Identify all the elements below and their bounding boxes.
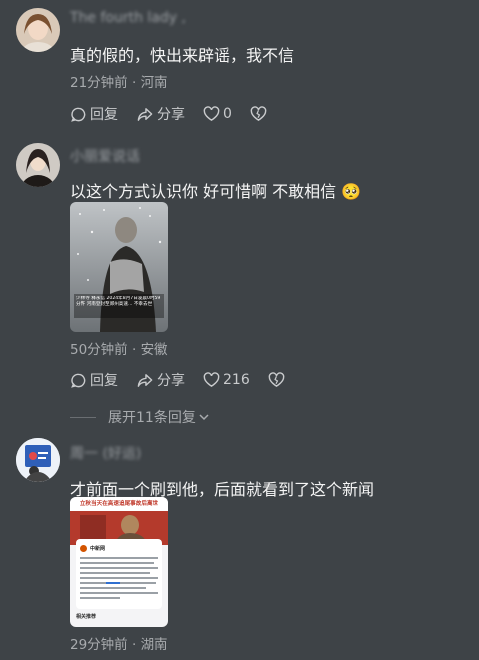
- comment-image[interactable]: 少林寺 释永信 2024年8月7日凌晨0时59分许 河南登封至郑州高速... 不…: [70, 202, 168, 332]
- like-button[interactable]: 0: [203, 106, 232, 122]
- comment-image[interactable]: 立秋当天在高速追尾事故后离世 中新网 相关推荐: [70, 497, 168, 627]
- action-bar: 回复 分享 216: [70, 369, 306, 391]
- like-button[interactable]: 216: [203, 372, 250, 388]
- comment-meta: 29分钟前 · 湖南: [70, 637, 168, 653]
- dislike-button[interactable]: [250, 106, 270, 122]
- like-count: 216: [223, 372, 250, 388]
- reply-label: 回复: [90, 373, 118, 389]
- heart-icon: [203, 106, 220, 121]
- time: 29分钟前: [70, 637, 128, 653]
- comment-text: 以这个方式认识你 好可惜啊 不敢相信 🥺: [70, 178, 361, 202]
- pleading-face-emoji: 🥺: [341, 182, 362, 201]
- news-logo-icon: [80, 545, 87, 552]
- reply-label: 回复: [90, 107, 118, 123]
- related-label: 相关推荐: [76, 614, 97, 620]
- location: 湖南: [140, 637, 168, 653]
- avatar[interactable]: [16, 143, 60, 187]
- share-label: 分享: [157, 107, 185, 123]
- location: 河南: [140, 75, 168, 91]
- action-bar: 回复 分享 0: [70, 103, 288, 125]
- location: 安徽: [140, 342, 168, 358]
- expand-replies-button[interactable]: 展开11条回复: [70, 407, 210, 427]
- avatar[interactable]: [16, 8, 60, 52]
- username[interactable]: The fourth lady ,: [70, 10, 186, 26]
- username[interactable]: 周一 (好运): [70, 443, 141, 463]
- news-source-label: 中新网: [90, 546, 106, 552]
- share-button[interactable]: 分享: [136, 370, 185, 390]
- share-label: 分享: [157, 373, 185, 389]
- share-icon: [137, 373, 153, 387]
- time: 21分钟前: [70, 75, 128, 91]
- chevron-down-icon: [199, 414, 209, 421]
- reply-icon: [71, 107, 86, 122]
- heart-icon: [203, 372, 220, 387]
- image-title: 立秋当天在高速追尾事故后离世: [70, 497, 168, 511]
- comment-meta: 50分钟前 · 安徽: [70, 342, 168, 358]
- share-button[interactable]: 分享: [136, 104, 185, 124]
- avatar[interactable]: [16, 438, 60, 482]
- dislike-button[interactable]: [268, 372, 288, 388]
- comment-meta: 21分钟前 · 河南: [70, 75, 168, 91]
- username[interactable]: 小丽爱说话: [70, 146, 140, 166]
- reply-button[interactable]: 回复: [70, 370, 118, 390]
- like-count: 0: [223, 106, 232, 122]
- broken-heart-icon: [250, 106, 267, 121]
- share-icon: [137, 107, 153, 121]
- reply-button[interactable]: 回复: [70, 104, 118, 124]
- news-source: 中新网: [80, 545, 105, 552]
- comment-text-body: 以这个方式认识你 好可惜啊 不敢相信: [70, 182, 337, 201]
- news-card: 中新网: [76, 539, 162, 609]
- divider: [70, 416, 96, 418]
- comment-text: 真的假的，快出来辟谣，我不信: [70, 46, 295, 65]
- time: 50分钟前: [70, 342, 128, 358]
- expand-replies-label: 展开11条回复: [108, 410, 196, 426]
- image-caption: 少林寺 释永信 2024年8月7日凌晨0时59分许 河南登封至郑州高速... 不…: [76, 296, 161, 308]
- reply-icon: [71, 373, 86, 388]
- broken-heart-icon: [268, 372, 285, 387]
